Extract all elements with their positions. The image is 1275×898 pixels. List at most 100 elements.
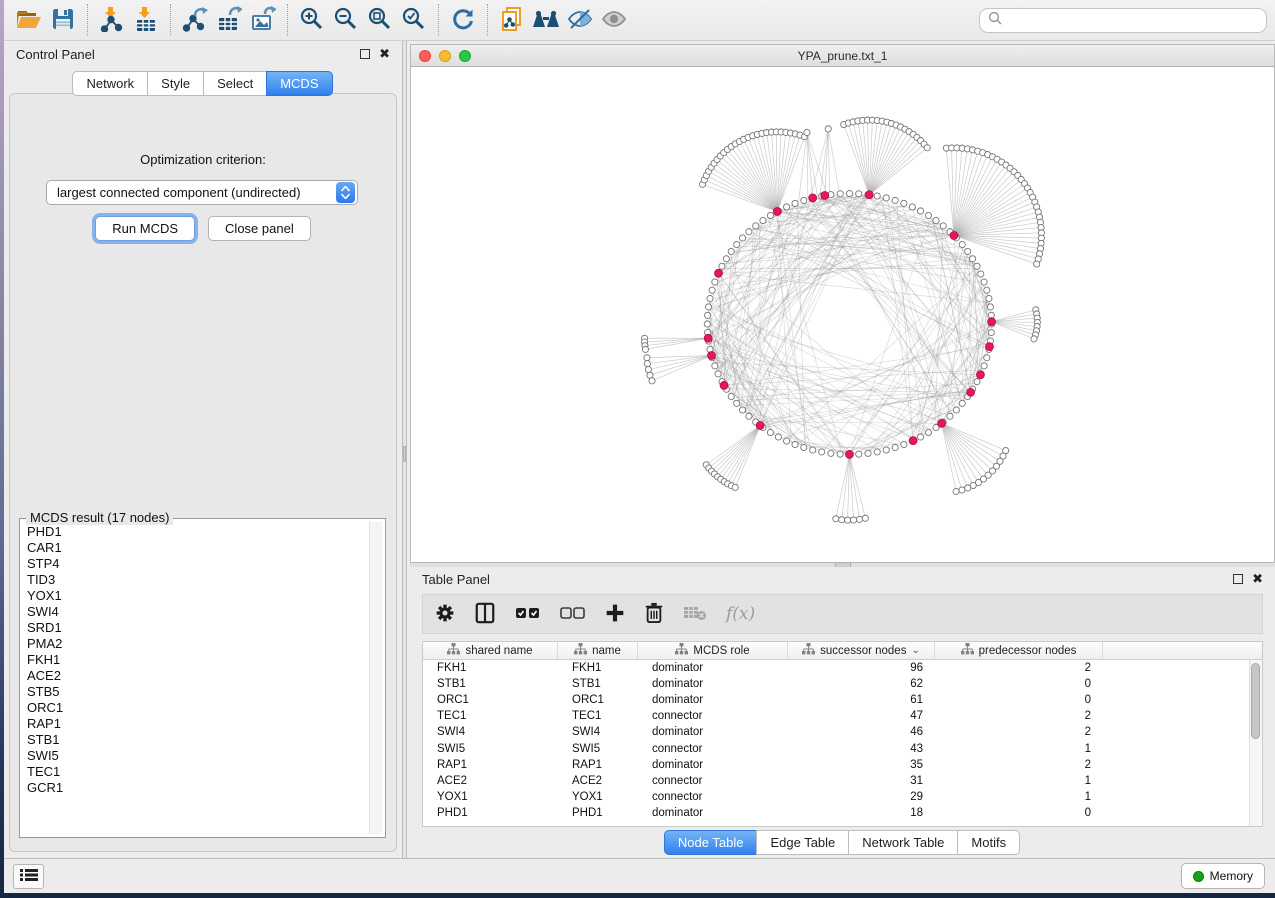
mcds-result-item[interactable]: STB5 [23,684,368,700]
cell-successor-nodes[interactable]: 47 [788,710,935,722]
import-table-button[interactable] [129,3,163,37]
column-header-successor-nodes[interactable]: successor nodes⌄ [788,642,935,659]
table-row[interactable]: ORC1ORC1dominator610 [423,692,1249,708]
show-column-panel-button[interactable] [474,602,496,627]
delete-table-button[interactable] [683,605,707,624]
zoom-in-button[interactable] [295,3,329,37]
save-session-button[interactable] [46,3,80,37]
cell-name[interactable]: SWI4 [558,726,638,738]
vertical-splitter-handle[interactable] [403,446,406,462]
column-settings-button[interactable] [435,603,455,626]
cell-predecessor-nodes[interactable]: 0 [935,694,1103,706]
cell-predecessor-nodes[interactable]: 1 [935,791,1103,803]
open-session-button[interactable] [12,3,46,37]
cell-successor-nodes[interactable]: 96 [788,662,935,674]
cell-successor-nodes[interactable]: 18 [788,807,935,819]
table-row[interactable]: ACE2ACE2connector311 [423,773,1249,789]
cell-successor-nodes[interactable]: 29 [788,791,935,803]
cell-shared-name[interactable]: TEC1 [423,710,558,722]
column-header-name[interactable]: name [558,642,638,659]
mcds-result-item[interactable]: FKH1 [23,652,368,668]
cell-shared-name[interactable]: ORC1 [423,694,558,706]
table-scrollbar[interactable] [1249,660,1262,826]
cell-shared-name[interactable]: ACE2 [423,775,558,787]
cell-successor-nodes[interactable]: 46 [788,726,935,738]
export-image-button[interactable] [246,3,280,37]
column-header-shared-name[interactable]: shared name [423,642,558,659]
cell-name[interactable]: SWI5 [558,743,638,755]
export-table-button[interactable] [212,3,246,37]
bottom-tab-motifs[interactable]: Motifs [957,830,1020,855]
cell-name[interactable]: TEC1 [558,710,638,722]
cell-predecessor-nodes[interactable]: 2 [935,726,1103,738]
table-row[interactable]: SWI4SWI4dominator462 [423,724,1249,740]
bottom-tab-node-table[interactable]: Node Table [664,830,758,855]
cell-predecessor-nodes[interactable]: 1 [935,775,1103,787]
import-network-button[interactable] [95,3,129,37]
cell-name[interactable]: PHD1 [558,807,638,819]
cell-shared-name[interactable]: YOX1 [423,791,558,803]
export-network-button[interactable] [178,3,212,37]
mcds-result-item[interactable]: ACE2 [23,668,368,684]
cell-predecessor-nodes[interactable]: 0 [935,678,1103,690]
select-all-button[interactable] [515,606,541,623]
deselect-all-button[interactable] [560,606,586,623]
mcds-result-item[interactable]: TEC1 [23,764,368,780]
mcds-result-scrollbar[interactable] [369,522,382,834]
cell-name[interactable]: STB1 [558,678,638,690]
cell-predecessor-nodes[interactable]: 1 [935,743,1103,755]
search-field[interactable] [979,8,1267,33]
delete-column-button[interactable] [644,602,664,627]
cell-name[interactable]: RAP1 [558,759,638,771]
bottom-tab-network-table[interactable]: Network Table [848,830,958,855]
mcds-result-item[interactable]: SRD1 [23,620,368,636]
network-window-titlebar[interactable]: YPA_prune.txt_1 [411,45,1274,67]
cell-shared-name[interactable]: FKH1 [423,662,558,674]
tab-style[interactable]: Style [147,71,204,96]
table-row[interactable]: PHD1PHD1dominator180 [423,805,1249,821]
cell-successor-nodes[interactable]: 61 [788,694,935,706]
cell-MCDS-role[interactable]: dominator [638,678,788,690]
column-header-MCDS-role[interactable]: MCDS role [638,642,788,659]
criterion-dropdown[interactable]: largest connected component (undirected) [46,180,358,205]
mcds-result-item[interactable]: GCR1 [23,780,368,796]
cell-shared-name[interactable]: PHD1 [423,807,558,819]
mcds-result-item[interactable]: YOX1 [23,588,368,604]
cell-shared-name[interactable]: SWI4 [423,726,558,738]
zoom-fit-button[interactable] [363,3,397,37]
cell-name[interactable]: YOX1 [558,791,638,803]
public-databases-button[interactable] [495,3,529,37]
cell-MCDS-role[interactable]: dominator [638,662,788,674]
close-table-panel-icon[interactable]: ✖ [1252,574,1263,584]
zoom-out-button[interactable] [329,3,363,37]
cell-predecessor-nodes[interactable]: 2 [935,710,1103,722]
mcds-result-item[interactable]: PHD1 [23,524,368,540]
float-table-panel-icon[interactable] [1233,574,1243,584]
cell-predecessor-nodes[interactable]: 2 [935,662,1103,674]
table-row[interactable]: SWI5SWI5connector431 [423,740,1249,756]
mcds-result-item[interactable]: SWI5 [23,748,368,764]
cell-MCDS-role[interactable]: dominator [638,726,788,738]
cell-MCDS-role[interactable]: connector [638,710,788,722]
search-network-button[interactable] [529,3,563,37]
create-column-button[interactable] [605,603,625,626]
table-row[interactable]: RAP1RAP1dominator352 [423,757,1249,773]
cell-successor-nodes[interactable]: 62 [788,678,935,690]
close-panel-button[interactable]: Close panel [208,216,311,241]
cell-predecessor-nodes[interactable]: 0 [935,807,1103,819]
table-row[interactable]: TEC1TEC1connector472 [423,708,1249,724]
show-hidden-button[interactable] [597,3,631,37]
table-row[interactable]: FKH1FKH1dominator962 [423,660,1249,676]
cell-name[interactable]: FKH1 [558,662,638,674]
zoom-selected-button[interactable] [397,3,431,37]
function-builder-button[interactable]: f(x) [726,604,755,624]
cell-name[interactable]: ACE2 [558,775,638,787]
bottom-tab-edge-table[interactable]: Edge Table [756,830,849,855]
cell-shared-name[interactable]: RAP1 [423,759,558,771]
cell-MCDS-role[interactable]: dominator [638,759,788,771]
cell-MCDS-role[interactable]: connector [638,743,788,755]
mcds-result-item[interactable]: STP4 [23,556,368,572]
cell-successor-nodes[interactable]: 31 [788,775,935,787]
mcds-result-item[interactable]: ORC1 [23,700,368,716]
table-row[interactable]: STB1STB1dominator620 [423,676,1249,692]
